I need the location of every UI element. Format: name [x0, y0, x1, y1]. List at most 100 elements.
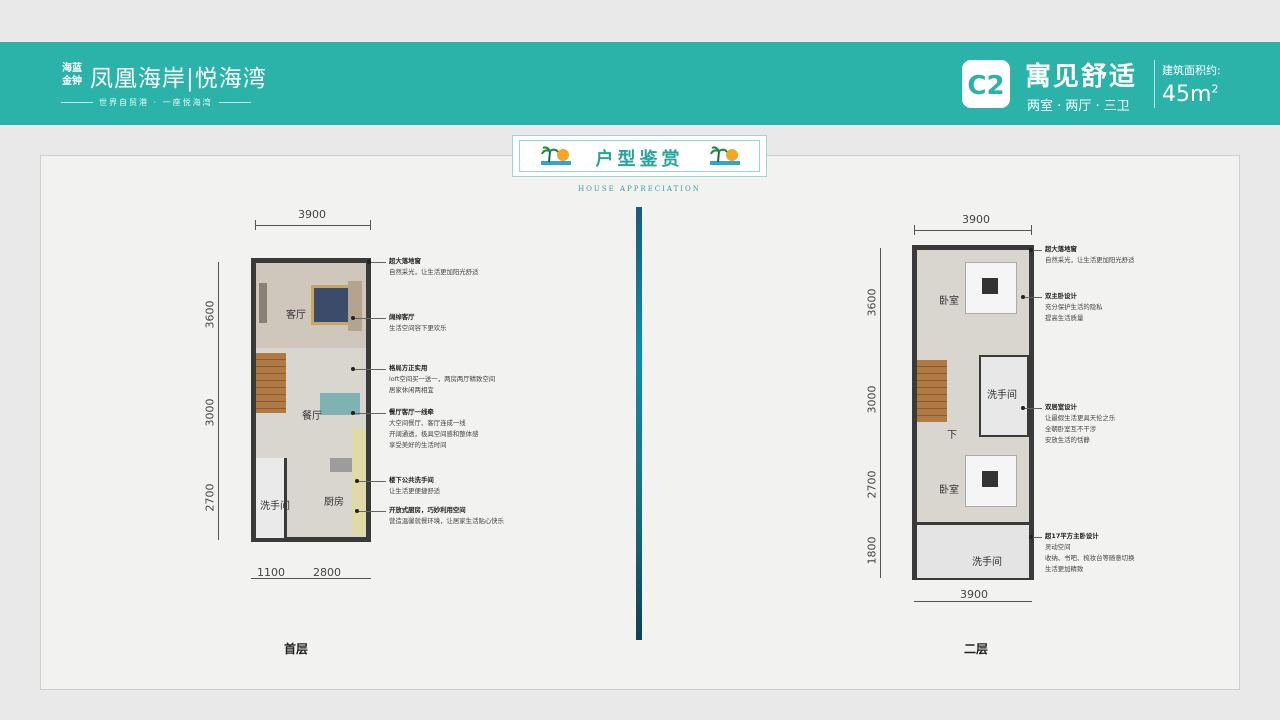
f1-callout-dot [351, 411, 355, 415]
f1-callout-leader [354, 413, 386, 414]
f1-dim-top: 3900 [298, 208, 326, 221]
f2-callout-leader [1032, 250, 1042, 251]
f1-room-living: 客厅 [286, 310, 306, 321]
f2-room-bath-2: 洗手间 [972, 557, 1002, 568]
f1-tick [370, 220, 371, 230]
f1-callout-dot [355, 479, 359, 483]
f2-floor-name: 二层 [964, 642, 989, 656]
f1-tick [255, 220, 256, 230]
f2-dim-bottom: 3900 [960, 588, 988, 601]
f1-callout-4-line-2: 开阔通透，极具空间感和整体感 [389, 430, 479, 438]
f1-dim-left-3: 2700 [203, 483, 217, 512]
f1-room-dining: 餐厅 [302, 411, 322, 422]
f1-callout-dot [351, 367, 355, 371]
f2-room-bed-1: 卧室 [939, 296, 959, 307]
f1-callout-2-title: 阔绰客厅 [389, 313, 415, 321]
f2-callout-leader [1024, 297, 1042, 298]
f1-callout-5-line: 让生活更便捷舒适 [389, 487, 441, 495]
unit-code-badge: C2 [962, 60, 1010, 108]
f2-callout-1: 超大落地窗 自然采光，让生活更加阳光舒适 [1045, 244, 1134, 266]
f2-callout-3-line-3: 安放生活的恬静 [1045, 436, 1090, 444]
f1-dim-bottom-2: 2800 [313, 566, 341, 579]
brand-tagline: 世界自贸港 · 一座悦海湾 [55, 97, 257, 108]
f1-sofa [348, 281, 362, 331]
f2-callout-4-title: 超17平方主卧设计 [1045, 532, 1099, 540]
f2-callout-3-line-1: 让最假生活更具天伦之乐 [1045, 414, 1116, 422]
f2-callout-dot [1021, 406, 1025, 410]
f1-floor-name: 首层 [284, 642, 309, 656]
f2-dim-line-top [914, 230, 1032, 231]
f2-room-bed-2: 卧室 [939, 485, 959, 496]
unit-subtitle: 两室 · 两厅 · 三卫 [1027, 99, 1130, 114]
unit-title: 寓见舒适 [1025, 62, 1138, 92]
f2-callout-2: 双主卧设计 充分保护生活的隐私 提高生活质量 [1045, 291, 1103, 324]
f2-callout-3: 双居室设计 让最假生活更具天伦之乐 全朝卧室互不干涉 安放生活的恬静 [1045, 402, 1115, 446]
f1-callout-3-title: 格局方正实用 [389, 364, 428, 372]
f1-callout-3-line-2: 居家休闲两相宜 [389, 386, 434, 394]
f2-callout-4-line-1: 灵动空间 [1045, 543, 1071, 551]
f1-room-kitchen: 厨房 [324, 497, 344, 508]
f2-dim-top: 3900 [962, 213, 990, 226]
f2-bath-2-area [917, 522, 1029, 578]
f2-callout-dot [1029, 535, 1033, 539]
f2-bed-1-decor [982, 278, 998, 294]
f1-dim-bottom-1: 1100 [257, 566, 285, 579]
f2-callout-4-line-2: 收纳、书吧、梳妆台等随意切换 [1045, 554, 1135, 562]
palm-beach-icon-right [710, 146, 740, 165]
f1-floorplan: 客厅 餐厅 厨房 洗手间 [251, 258, 371, 542]
f2-dim-left-3: 2700 [865, 470, 879, 499]
f1-callout-2: 阔绰客厅 生活空间容下更欢乐 [389, 312, 447, 334]
f1-callout-dot [351, 316, 355, 320]
f1-callout-3: 格局方正实用 loft空间买一送一，两房两厅精致空间 居家休闲两相宜 [389, 363, 495, 396]
f2-callout-4: 超17平方主卧设计 灵动空间 收纳、书吧、梳妆台等随意切换 生活更加精致 [1045, 531, 1134, 575]
f2-dim-left-4: 1800 [865, 536, 879, 565]
f2-callout-3-title: 双居室设计 [1045, 403, 1077, 411]
header-divider [1154, 60, 1155, 108]
f2-dim-left-1: 3600 [865, 288, 879, 317]
f2-tick [914, 225, 915, 235]
center-divider [636, 207, 642, 640]
f1-callout-leader [358, 481, 386, 482]
f1-callout-2-line: 生活空间容下更欢乐 [389, 324, 447, 332]
f1-callout-6-line: 营造温馨就餐环境，让居家生活贴心快乐 [389, 517, 505, 525]
f2-callout-2-title: 双主卧设计 [1045, 292, 1077, 300]
f1-counter [352, 428, 366, 536]
f2-dim-line-left [880, 248, 881, 578]
f1-staircase [256, 353, 286, 413]
f1-callout-dot [355, 509, 359, 513]
f1-dim-left-1: 3600 [203, 300, 217, 329]
f2-callout-4-line-3: 生活更加精致 [1045, 565, 1084, 573]
f1-tv-cabinet [259, 283, 267, 323]
f1-callout-4-title: 餐厅客厅一线牵 [389, 408, 434, 416]
f1-callout-1: 超大落地窗 自然采光，让生活更加阳光舒适 [389, 256, 478, 278]
f2-bed-2-decor [982, 471, 998, 487]
f1-room-bath: 洗手间 [260, 501, 290, 512]
brand-logo-small: 海蓝金钟 [62, 63, 82, 87]
f2-callout-3-line-2: 全朝卧室互不干涉 [1045, 425, 1097, 433]
f2-tick [1031, 225, 1032, 235]
f1-callout-1-line: 自然采光，让生活更加阳光舒适 [389, 268, 479, 276]
f1-callout-leader [354, 369, 386, 370]
f1-dim-left-2: 3000 [203, 398, 217, 427]
f2-callout-leader [1024, 408, 1042, 409]
f2-callout-2-line-2: 提高生活质量 [1045, 314, 1084, 322]
f1-callout-4-line-3: 享受美好的生活时间 [389, 441, 447, 449]
f2-callout-1-line: 自然采光，让生活更加阳光舒适 [1045, 256, 1135, 264]
section-subtitle: HOUSE APPRECIATION [578, 185, 701, 193]
f2-callout-dot [1029, 248, 1033, 252]
f1-callout-leader [370, 262, 386, 263]
area-number: 45m [1162, 82, 1212, 107]
f1-dim-line-left [218, 262, 219, 540]
f2-dim-left-2: 3000 [865, 385, 879, 414]
area-value: 45m2 [1162, 82, 1218, 107]
header-banner: 海蓝金钟 凤凰海岸|悦海湾 世界自贸港 · 一座悦海湾 C2 寓见舒适 两室 ·… [0, 42, 1280, 125]
f2-callout-1-title: 超大落地窗 [1045, 245, 1077, 253]
brand-logo: 凤凰海岸|悦海湾 [90, 66, 267, 92]
f2-room-bath-1: 洗手间 [987, 390, 1017, 401]
f1-callout-5-title: 楼下公共洗手间 [389, 476, 434, 484]
brand-tagline-text: 世界自贸港 · 一座悦海湾 [99, 98, 213, 107]
f2-staircase [917, 360, 947, 422]
f2-callout-dot [1021, 295, 1025, 299]
f2-room-down: 下 [947, 430, 957, 441]
f2-callout-2-line-1: 充分保护生活的隐私 [1045, 303, 1103, 311]
